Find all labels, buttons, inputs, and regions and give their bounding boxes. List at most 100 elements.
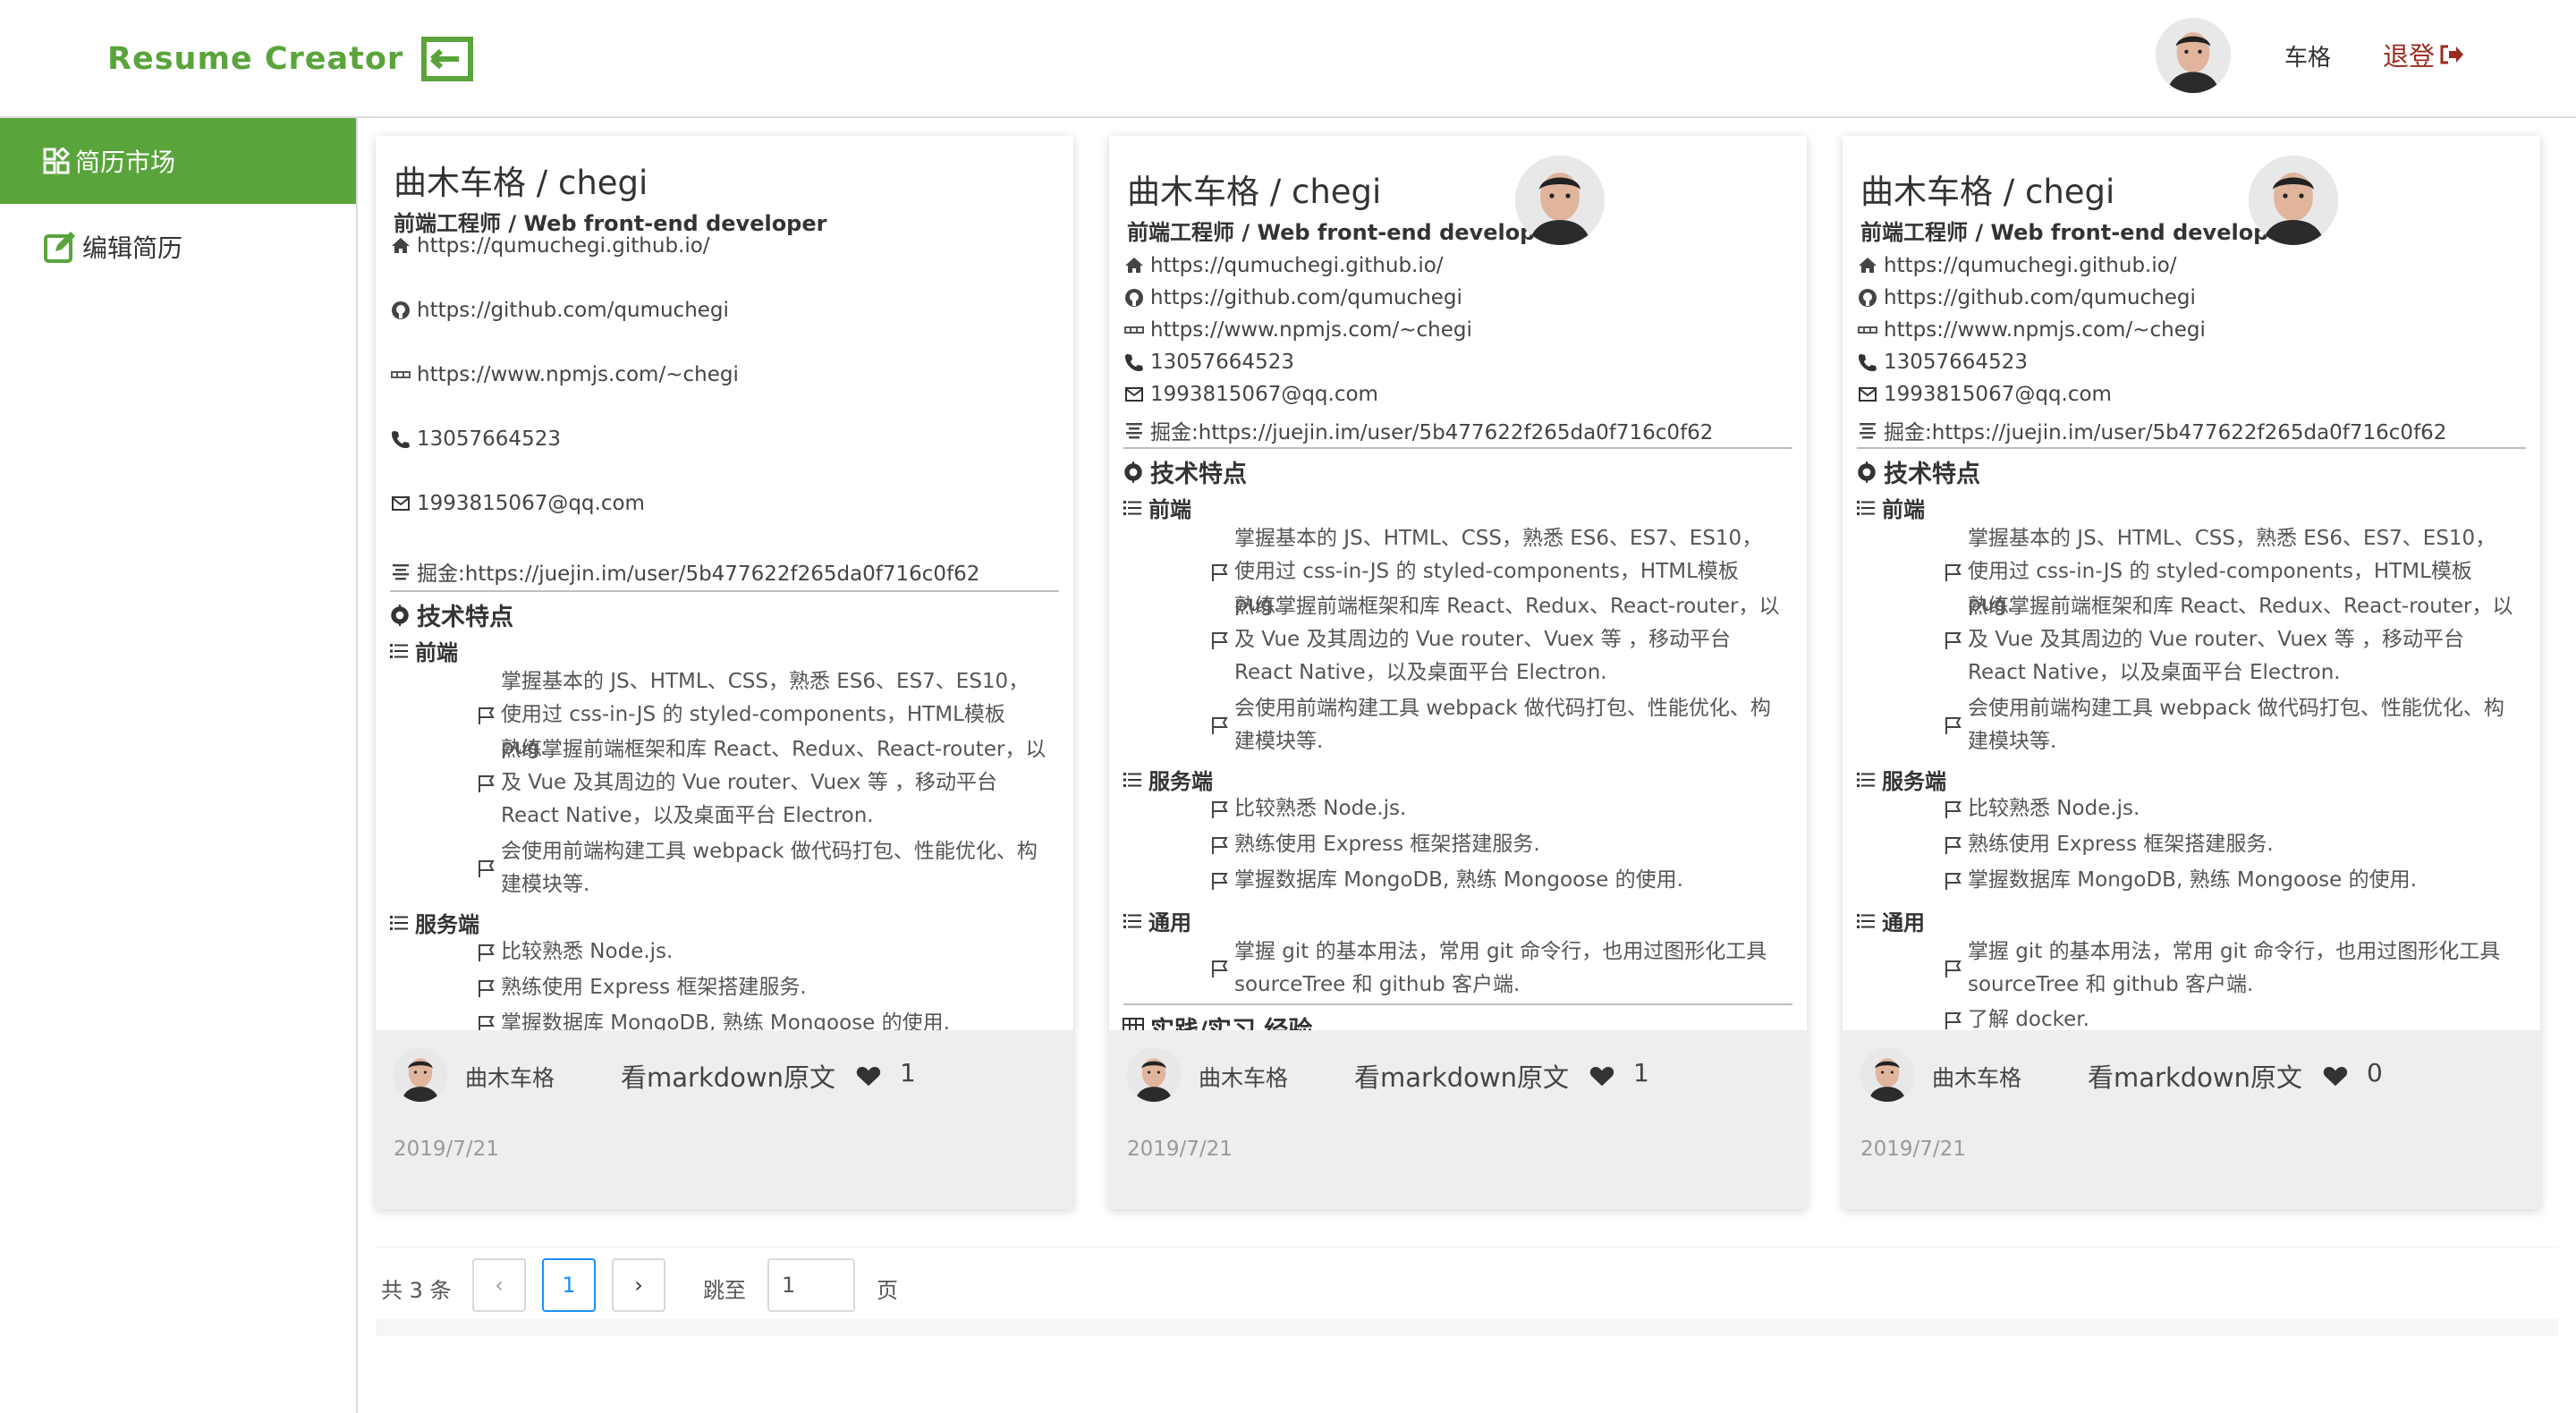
juejin-link[interactable]: 掘金:https://juejin.im/user/5b477622f265da… <box>1857 415 2446 445</box>
juejin-text: 掘金:https://juejin.im/user/5b477622f265da… <box>1884 421 2447 444</box>
npm-link[interactable]: https://www.npmjs.com/~chegi <box>390 363 739 386</box>
github-link[interactable]: https://github.com/qumuchegi <box>390 299 729 322</box>
list-icon <box>1122 769 1143 791</box>
flag-icon <box>476 858 497 879</box>
list-item: 会使用前端构建工具 webpack 做代码打包、性能优化、构建模块等. <box>1943 692 2513 758</box>
resume-card[interactable]: 曲木车格 / chegi 前端工程师 / Web front-end devel… <box>1109 136 1807 1209</box>
jump-page-input[interactable]: 1 <box>767 1258 855 1312</box>
list-item-text: 会使用前端构建工具 webpack 做代码打包、性能优化、构建模块等. <box>1234 697 1771 753</box>
author-name[interactable]: 曲木车格 <box>465 1061 555 1093</box>
view-markdown-link[interactable]: 看markdown原文 <box>1354 1057 1569 1095</box>
homepage-link[interactable]: https://qumuchegi.github.io/ <box>390 234 710 258</box>
flag-icon <box>476 773 497 794</box>
juejin-link[interactable]: 掘金:https://juejin.im/user/5b477622f265da… <box>1123 415 1713 445</box>
phone-line: 13057664523 <box>390 427 561 451</box>
align-icon <box>1857 419 1878 441</box>
github-link[interactable]: https://github.com/qumuchegi <box>1123 286 1462 309</box>
list-item: 了解 docker. <box>1943 1003 2513 1030</box>
resume-preview[interactable]: 曲木车格 / chegi 前端工程师 / Web front-end devel… <box>1109 136 1807 1030</box>
backend-heading-text: 服务端 <box>1148 769 1213 794</box>
list-item: 掌握数据库 MongoDB, 熟练 Mongoose 的使用. <box>1209 864 1780 897</box>
github-icon <box>1857 287 1878 309</box>
align-icon <box>390 561 411 582</box>
resume-name: 曲木车格 / chegi <box>1127 173 1382 211</box>
next-page-button[interactable]: › <box>612 1258 665 1312</box>
list-item-text: 掌握数据库 MongoDB, 熟练 Mongoose 的使用. <box>501 1011 950 1030</box>
user-name[interactable]: 车格 <box>2284 39 2331 72</box>
resume-card[interactable]: 曲木车格 / chegi 前端工程师 / Web front-end devel… <box>1843 136 2540 1209</box>
view-markdown-link[interactable]: 看markdown原文 <box>621 1057 835 1095</box>
sidebar-item-market[interactable]: 简历市场 <box>0 118 356 204</box>
list-item-text: 熟练掌握前端框架和库 React、Redux、React-router，以及 V… <box>1968 595 2513 684</box>
heart-icon[interactable] <box>2322 1062 2349 1089</box>
logout-button[interactable]: 退登 <box>2383 36 2464 73</box>
github-icon <box>390 300 411 321</box>
flag-icon <box>1943 715 1964 736</box>
align-icon <box>1123 419 1145 441</box>
jump-page-value: 1 <box>782 1273 796 1298</box>
list-item-text: 会使用前端构建工具 webpack 做代码打包、性能优化、构建模块等. <box>501 840 1038 896</box>
list-item: 比较熟悉 Node.js. <box>1943 792 2513 825</box>
list-item: 掌握数据库 MongoDB, 熟练 Mongoose 的使用. <box>476 1007 1046 1030</box>
resume-preview[interactable]: 曲木车格 / chegi 前端工程师 / Web front-end devel… <box>1843 136 2540 1030</box>
backend-heading: 服务端 <box>388 907 479 938</box>
email-text: 1993815067@qq.com <box>1150 383 1378 406</box>
phone-icon <box>390 428 411 450</box>
list-icon <box>1122 910 1143 932</box>
npm-text: https://www.npmjs.com/~chegi <box>417 363 739 386</box>
list-item-text: 熟练使用 Express 框架搭建服务. <box>1968 833 2274 856</box>
email-line: 1993815067@qq.com <box>1857 383 2112 406</box>
list-item: 熟练掌握前端框架和库 React、Redux、React-router，以及 V… <box>476 733 1046 833</box>
homepage-link[interactable]: https://qumuchegi.github.io/ <box>1123 254 1444 277</box>
list-icon <box>388 912 410 934</box>
list-item-text: 熟练掌握前端框架和库 React、Redux、React-router，以及 V… <box>501 738 1046 827</box>
list-item-text: 掌握 git 的基本用法，常用 git 命令行，也用过图形化工具 sourceT… <box>1234 940 1767 996</box>
list-item-text: 熟练掌握前端框架和库 React、Redux、React-router，以及 V… <box>1234 595 1780 684</box>
author-avatar[interactable] <box>1860 1048 1914 1102</box>
homepage-link[interactable]: https://qumuchegi.github.io/ <box>1857 254 2177 277</box>
heart-icon[interactable] <box>1589 1062 1615 1089</box>
experience-heading-text: 实践/实习 经验 <box>1150 1011 1312 1030</box>
homepage-text: https://qumuchegi.github.io/ <box>417 234 710 258</box>
total-count: 共 3 条 <box>381 1278 452 1303</box>
npm-link[interactable]: https://www.npmjs.com/~chegi <box>1123 318 1472 342</box>
list-item-text: 熟练使用 Express 框架搭建服务. <box>1234 833 1540 856</box>
sidebar: 简历市场 编辑简历 <box>0 118 358 1413</box>
sidebar-item-edit[interactable]: 编辑简历 <box>0 204 356 290</box>
brand-logo[interactable]: Resume Creator <box>107 34 474 84</box>
list-icon <box>1855 769 1877 791</box>
pagination: 共 3 条 ‹ 1 › 跳至 1 页 <box>376 1247 2558 1319</box>
phone-text: 13057664523 <box>417 427 561 451</box>
view-markdown-link[interactable]: 看markdown原文 <box>2088 1057 2302 1095</box>
flag-icon <box>1209 630 1231 651</box>
email-text: 1993815067@qq.com <box>417 492 645 515</box>
flag-icon <box>1943 799 1964 820</box>
resume-card[interactable]: 曲木车格 / chegi 前端工程师 / Web front-end devel… <box>376 136 1073 1209</box>
npm-link[interactable]: https://www.npmjs.com/~chegi <box>1857 318 2206 342</box>
heart-icon[interactable] <box>855 1062 882 1089</box>
skills-heading-text: 技术特点 <box>1150 461 1247 488</box>
author-avatar[interactable] <box>1127 1048 1181 1102</box>
list-item: 掌握 git 的基本用法，常用 git 命令行，也用过图形化工具 sourceT… <box>1209 935 1780 1002</box>
author-name[interactable]: 曲木车格 <box>1199 1061 1288 1093</box>
juejin-text: 掘金:https://juejin.im/user/5b477622f265da… <box>1150 421 1714 444</box>
author-name[interactable]: 曲木车格 <box>1932 1061 2021 1093</box>
author-avatar[interactable] <box>394 1048 447 1102</box>
prev-page-button[interactable]: ‹ <box>472 1258 526 1312</box>
phone-icon <box>1857 351 1878 373</box>
list-item-text: 比较熟悉 Node.js. <box>501 940 674 963</box>
user-avatar[interactable] <box>2156 18 2231 93</box>
resume-preview[interactable]: 曲木车格 / chegi 前端工程师 / Web front-end devel… <box>376 136 1073 1030</box>
edit-icon <box>44 232 75 263</box>
github-link[interactable]: https://github.com/qumuchegi <box>1857 286 2196 309</box>
general-heading-text: 通用 <box>1882 910 1925 935</box>
npm-icon <box>1857 319 1878 341</box>
mail-icon <box>390 493 411 514</box>
page-1-button[interactable]: 1 <box>542 1258 596 1312</box>
mail-icon <box>1123 384 1145 405</box>
flag-icon <box>1943 1010 1964 1031</box>
github-icon <box>1123 287 1145 309</box>
juejin-link[interactable]: 掘金:https://juejin.im/user/5b477622f265da… <box>390 556 979 587</box>
list-item-text: 了解 docker. <box>1968 1008 2089 1030</box>
logout-label: 退登 <box>2383 41 2436 72</box>
